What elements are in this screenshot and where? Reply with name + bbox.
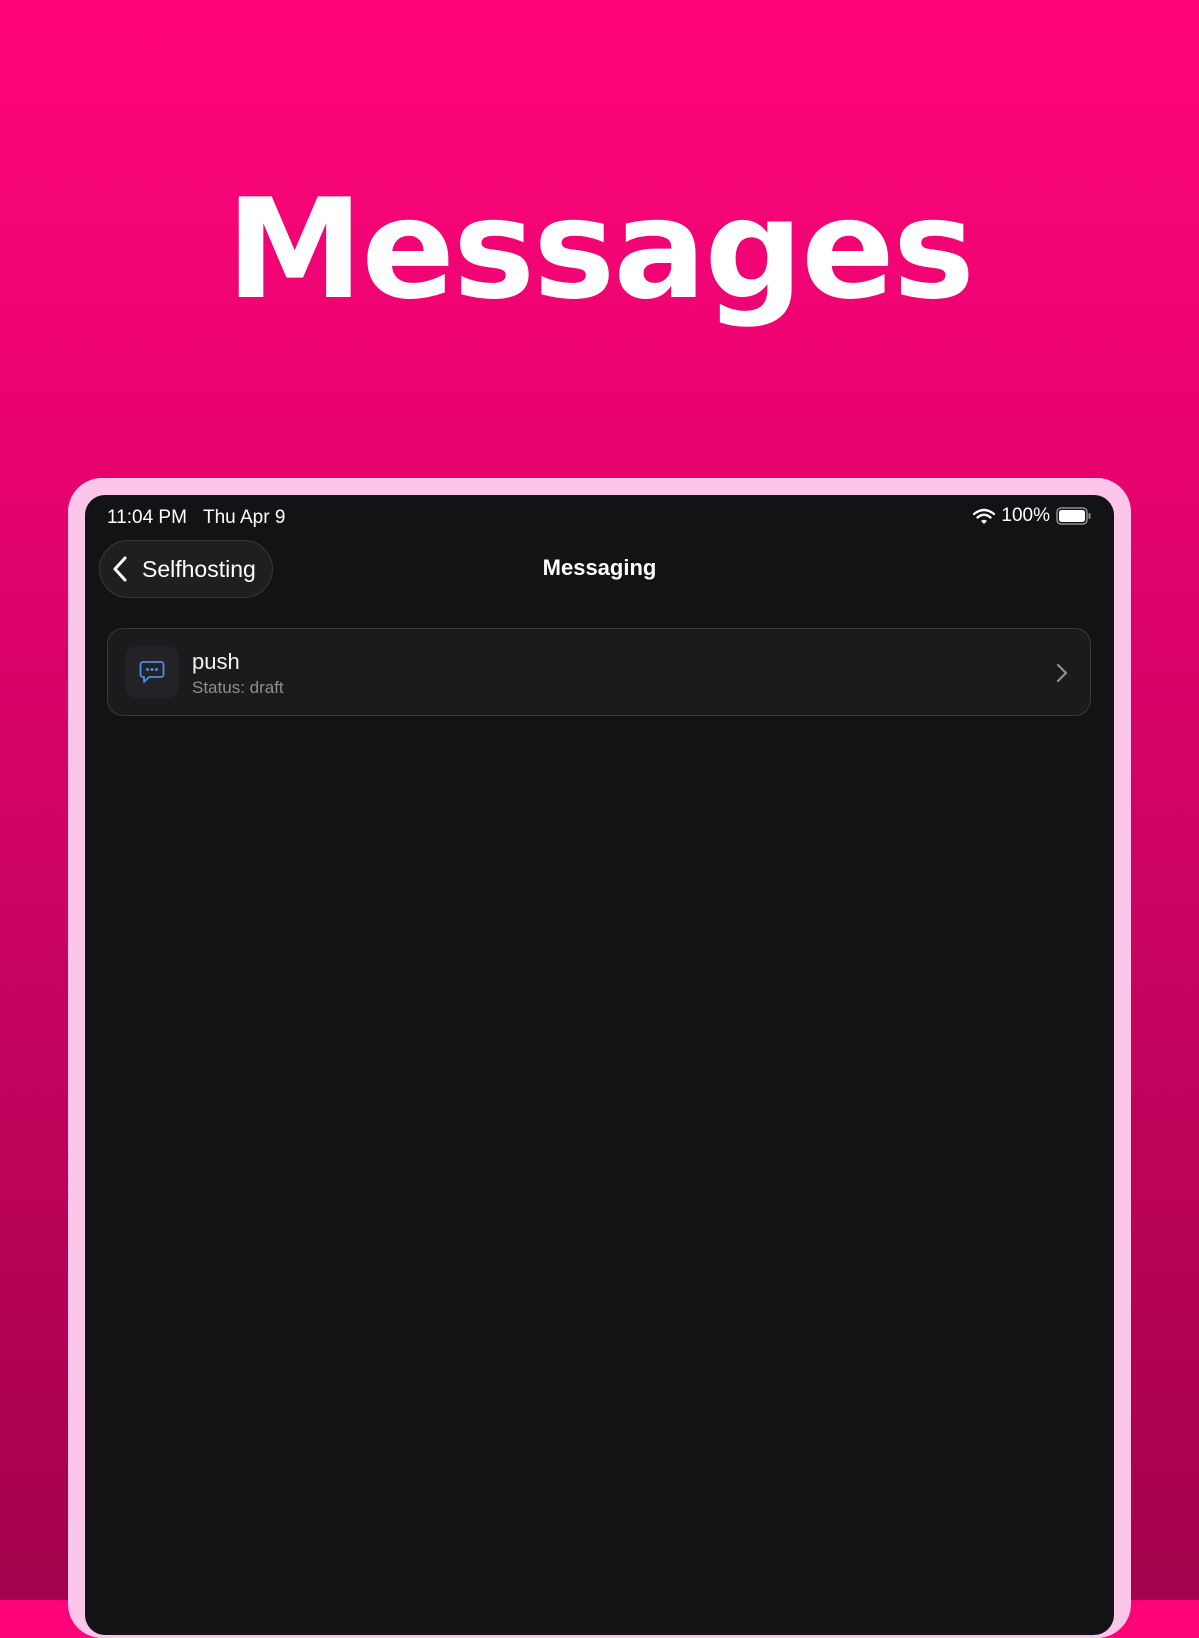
chat-bubble-icon: [139, 661, 165, 683]
status-indicators: 100%: [973, 505, 1092, 527]
promo-headline: Messages: [226, 169, 975, 330]
message-icon-container: [126, 646, 178, 698]
chevron-right-icon: [1056, 663, 1068, 683]
message-name: push: [192, 649, 240, 674]
app-screen: 11:04 PM Thu Apr 9 100% Selfhosting Mess…: [85, 495, 1114, 1635]
battery-percentage: 100%: [1001, 505, 1050, 526]
status-time: 11:04 PM: [107, 507, 187, 528]
status-bar: 11:04 PM Thu Apr 9 100%: [85, 495, 1114, 533]
nav-title: Messaging: [542, 555, 657, 580]
message-status: Status: draft: [192, 678, 284, 697]
battery-icon: [1056, 507, 1091, 525]
wifi-icon: [973, 508, 996, 524]
message-list-item[interactable]: push Status: draft: [107, 628, 1091, 716]
status-date: Thu Apr 9: [203, 507, 286, 528]
